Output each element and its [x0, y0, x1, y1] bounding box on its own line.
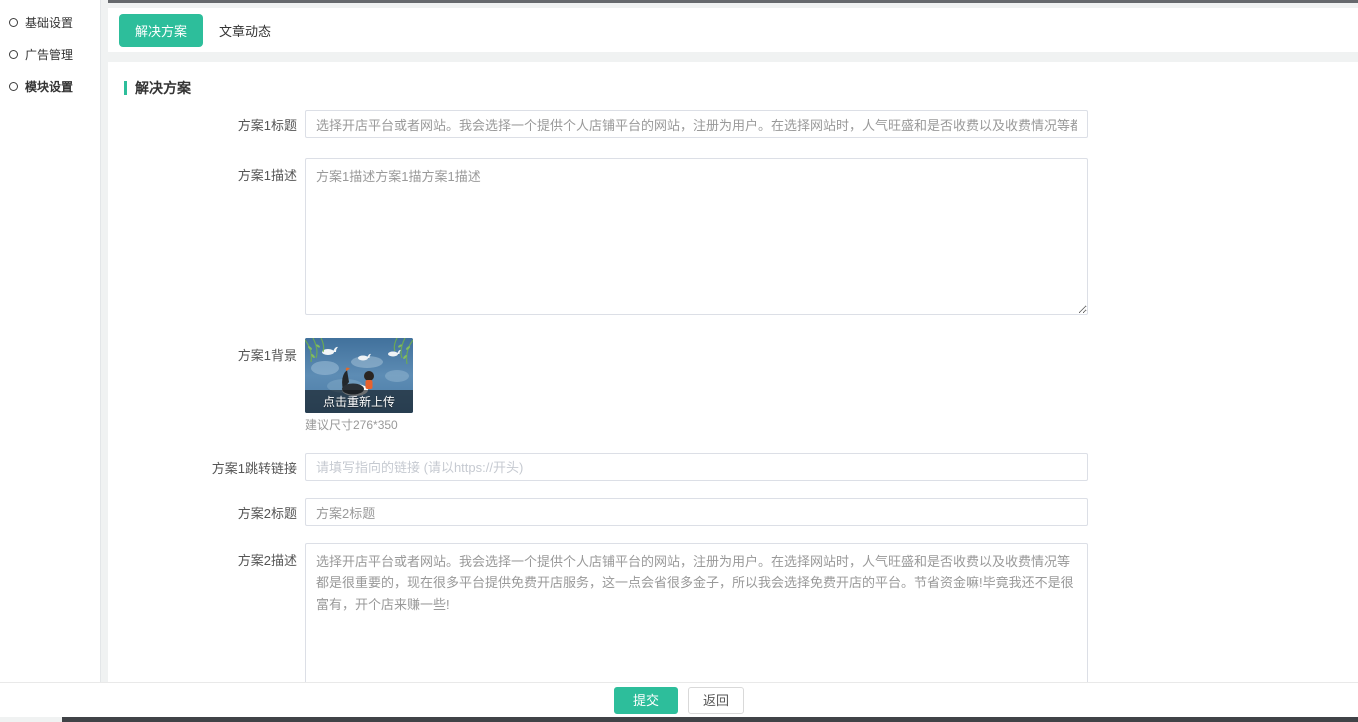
- plan1-bg-upload-thumbnail[interactable]: 点击重新上传: [305, 338, 413, 413]
- sidebar-item-label: 广告管理: [25, 46, 73, 63]
- sidebar: 基础设置 广告管理 模块设置: [0, 0, 101, 682]
- plan2-title-label: 方案2标题: [108, 503, 305, 522]
- plan1-bg-label: 方案1背景: [108, 338, 305, 433]
- radio-circle-icon: [9, 82, 18, 91]
- plan2-title-input[interactable]: [305, 498, 1088, 526]
- section-title: 解决方案: [135, 78, 191, 98]
- form-row-plan2-desc: 方案2描述 选择开店平台或者网站。我会选择一个提供个人店铺平台的网站，注册为用户…: [108, 543, 1358, 682]
- section-accent-bar: [124, 81, 127, 95]
- tab-bar: 解决方案 文章动态: [108, 8, 1358, 52]
- size-hint: 建议尺寸276*350: [305, 416, 1088, 433]
- submit-button[interactable]: 提交: [614, 687, 678, 714]
- radio-circle-icon: [9, 50, 18, 59]
- sidebar-item-module-settings[interactable]: 模块设置: [0, 70, 100, 102]
- plan2-desc-textarea[interactable]: 选择开店平台或者网站。我会选择一个提供个人店铺平台的网站，注册为用户。在选择网站…: [305, 543, 1088, 682]
- plan1-title-label: 方案1标题: [108, 115, 305, 134]
- sidebar-item-label: 模块设置: [25, 78, 73, 95]
- plan1-desc-textarea[interactable]: 方案1描述方案1描方案1描述: [305, 158, 1088, 315]
- back-button[interactable]: 返回: [688, 687, 744, 714]
- window-top-edge: [108, 0, 1358, 3]
- form-row-plan1-link: 方案1跳转链接: [108, 453, 1358, 481]
- plan1-link-label: 方案1跳转链接: [108, 458, 305, 477]
- tab-articles[interactable]: 文章动态: [207, 14, 283, 47]
- form-row-plan1-background: 方案1背景: [108, 338, 1358, 433]
- sidebar-item-basic-settings[interactable]: 基础设置: [0, 6, 100, 38]
- plan1-title-input[interactable]: [305, 110, 1088, 138]
- plan1-link-input[interactable]: [305, 453, 1088, 481]
- solution-form-panel: 解决方案 方案1标题 方案1描述 方案1描述方案1描方案1描述 方案1背景: [108, 62, 1358, 682]
- plan1-desc-label: 方案1描述: [108, 158, 305, 320]
- tab-solution[interactable]: 解决方案: [119, 14, 203, 47]
- reupload-overlay-label[interactable]: 点击重新上传: [305, 390, 413, 413]
- sidebar-item-label: 基础设置: [25, 14, 73, 31]
- sidebar-item-ad-management[interactable]: 广告管理: [0, 38, 100, 70]
- radio-circle-icon: [9, 18, 18, 27]
- form-row-plan1-desc: 方案1描述 方案1描述方案1描方案1描述: [108, 158, 1358, 320]
- form-row-plan2-title: 方案2标题: [108, 498, 1358, 526]
- plan2-desc-label: 方案2描述: [108, 543, 305, 682]
- form-footer: 提交 返回: [0, 682, 1358, 717]
- section-header: 解决方案: [124, 80, 1358, 96]
- window-bottom-edge: [62, 717, 1358, 722]
- form-row-plan1-title: 方案1标题: [108, 110, 1358, 138]
